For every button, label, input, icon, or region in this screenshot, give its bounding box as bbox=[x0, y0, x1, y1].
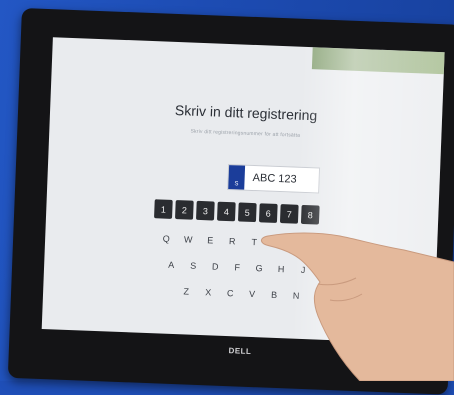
pointing-hand bbox=[261, 232, 454, 381]
hand-shape bbox=[261, 232, 454, 381]
